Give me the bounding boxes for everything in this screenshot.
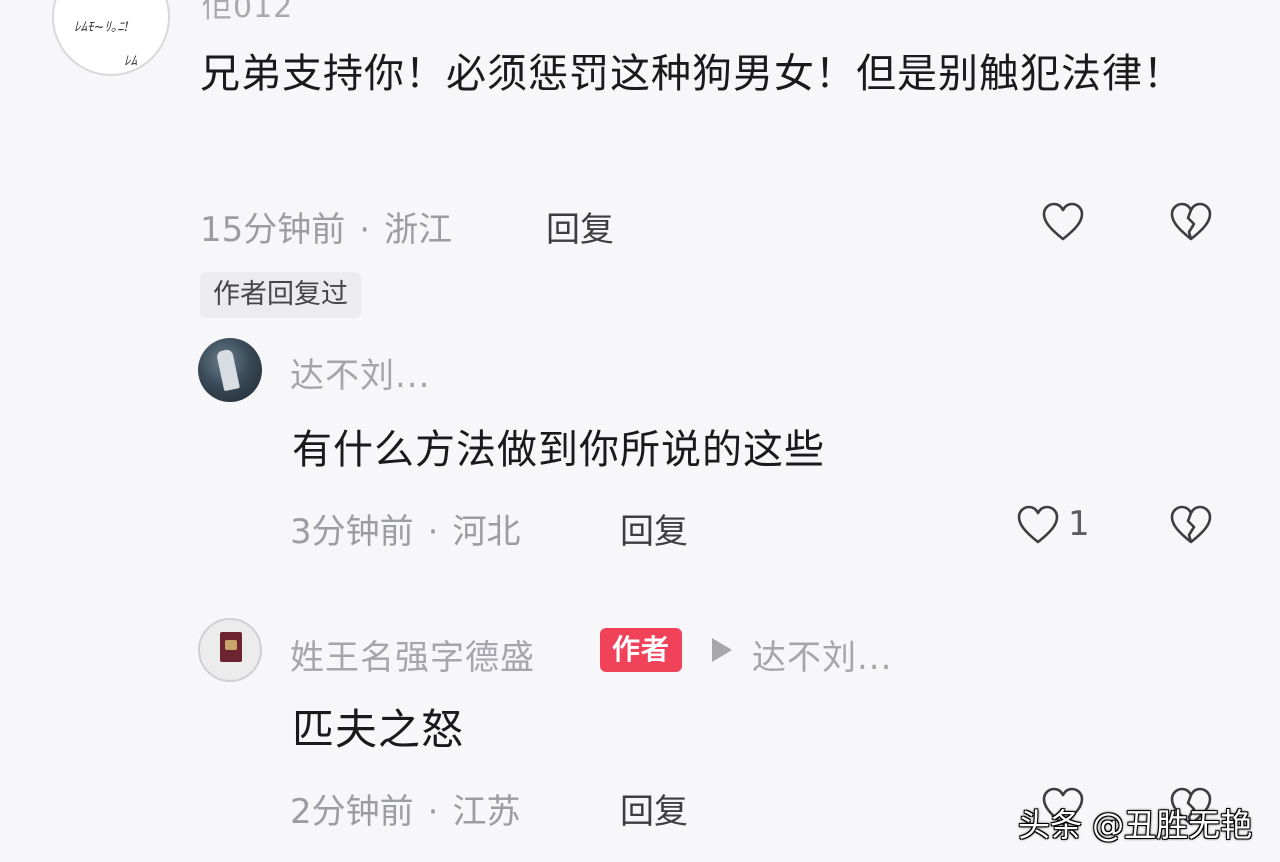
comment-username[interactable]: 佢012: [202, 0, 293, 26]
reply-time: 3分钟前: [290, 512, 414, 552]
reply-meta: 3分钟前 · 河北: [290, 504, 520, 553]
reply-username[interactable]: 姓王名强字德盛: [290, 630, 535, 679]
avatar[interactable]: [198, 338, 262, 402]
reply-button[interactable]: 回复: [620, 784, 688, 833]
comment-time: 15分钟前: [200, 210, 346, 250]
reply-meta: 2分钟前 · 江苏: [290, 784, 520, 833]
like-count: 1: [1068, 504, 1090, 544]
comment-text: 兄弟支持你！必须惩罚这种狗男女！但是别触犯法律！: [200, 51, 1184, 97]
avatar[interactable]: [198, 618, 262, 682]
author-badge: 作者: [600, 628, 683, 672]
meta-separator: ·: [427, 512, 439, 552]
heart-outline-icon[interactable]: [1016, 504, 1060, 548]
comment-meta: 15分钟前 · 浙江: [200, 202, 452, 251]
reply-location: 河北: [452, 512, 521, 552]
author-replied-tag: 作者回复过: [200, 272, 361, 318]
meta-separator: ·: [359, 210, 371, 250]
reply-location: 江苏: [452, 792, 521, 832]
reply-button[interactable]: 回复: [546, 202, 614, 251]
watermark: 头条 @丑胜无艳: [1018, 806, 1253, 844]
heart-outline-icon[interactable]: [1041, 201, 1085, 245]
broken-heart-icon[interactable]: [1169, 504, 1213, 548]
reply-button[interactable]: 回复: [620, 504, 688, 553]
reply-arrow-icon: [712, 638, 732, 662]
reply-username[interactable]: 达不刘...: [290, 348, 430, 397]
meta-separator: ·: [427, 792, 439, 832]
reply-text: 有什么方法做到你所说的这些: [292, 427, 825, 473]
comment-location: 浙江: [384, 210, 453, 250]
broken-heart-icon[interactable]: [1169, 201, 1213, 245]
avatar[interactable]: ﾚﾑﾓ~ﾘ｡ﾆ! ﾚﾑ: [52, 0, 170, 76]
reply-time: 2分钟前: [290, 792, 414, 832]
reply-to-username[interactable]: 达不刘...: [752, 630, 892, 679]
reply-text: 匹夫之怒: [292, 705, 465, 754]
